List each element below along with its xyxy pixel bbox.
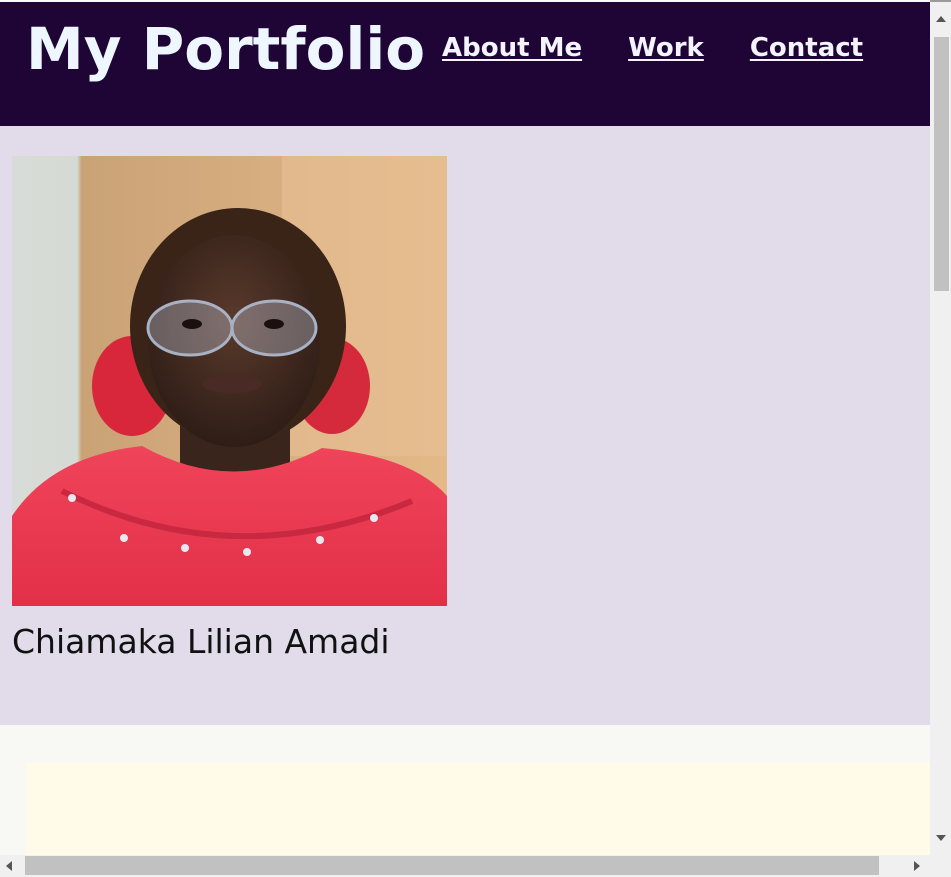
- scroll-up-icon[interactable]: [936, 16, 946, 22]
- site-header: My Portfolio About Me Work Contact: [0, 2, 930, 126]
- main-nav: About Me Work Contact: [442, 28, 863, 68]
- content-card: [26, 763, 930, 855]
- vertical-scroll-thumb[interactable]: [934, 37, 949, 291]
- site-title: My Portfolio: [26, 15, 426, 83]
- profile-photo: [12, 156, 447, 606]
- content-section: [0, 725, 930, 855]
- scroll-right-icon[interactable]: [914, 861, 920, 871]
- nav-link-work[interactable]: Work: [628, 28, 704, 68]
- portrait-photo-icon: [12, 156, 447, 606]
- horizontal-scrollbar[interactable]: [0, 855, 930, 877]
- horizontal-scroll-thumb[interactable]: [25, 856, 879, 875]
- vertical-scrollbar[interactable]: [930, 2, 951, 855]
- page-viewport: My Portfolio About Me Work Contact Chiam…: [0, 0, 930, 855]
- nav-link-contact[interactable]: Contact: [750, 28, 863, 68]
- scroll-down-icon[interactable]: [936, 835, 946, 841]
- profile-section: Chiamaka Lilian Amadi: [0, 126, 930, 725]
- nav-link-about-me[interactable]: About Me: [442, 28, 582, 68]
- profile-name: Chiamaka Lilian Amadi: [12, 622, 390, 661]
- scroll-left-icon[interactable]: [6, 861, 12, 871]
- scrollbar-corner: [930, 855, 951, 877]
